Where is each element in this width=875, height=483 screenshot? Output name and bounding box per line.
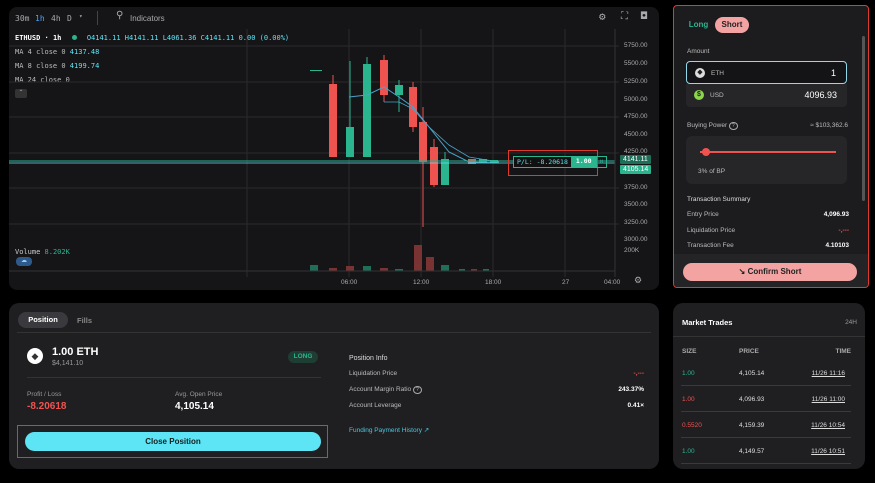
x-tick: 06:00 <box>341 279 358 286</box>
candle <box>395 85 403 95</box>
summary-title: Transaction Summary <box>687 196 751 203</box>
y-tick: 5750.00 <box>624 42 648 49</box>
eth-amount-field[interactable]: ◆ ETH 1 <box>686 61 847 84</box>
info-icon[interactable]: ? <box>412 386 422 394</box>
liq-row: Liquidation Price -,--- <box>349 370 644 377</box>
avg-price-label: Avg. Open Price <box>175 391 223 398</box>
scrollbar[interactable] <box>862 36 865 201</box>
col-time: TIME <box>835 348 851 355</box>
candle <box>430 147 438 185</box>
chart-settings-icon[interactable]: ⚙ <box>634 275 642 286</box>
y-tick: 4250.00 <box>624 148 648 155</box>
trade-time[interactable]: 11/26 11:00 <box>812 396 845 403</box>
trade-size: 0.5520 <box>682 422 702 429</box>
buying-power-label: Buying Power ? <box>687 122 738 130</box>
position-price-tag: 4105.14 <box>620 165 652 174</box>
candle <box>346 127 354 157</box>
volume-bars <box>310 245 489 271</box>
y-tick: 3000.00 <box>624 236 648 243</box>
y-tick: 4750.00 <box>624 113 648 120</box>
usd-icon: $ <box>694 90 704 100</box>
pl-tag[interactable]: P/L: -8.20618 1.00 ✕ <box>513 156 608 168</box>
usd-amount-field[interactable]: $ USD 4096.93 <box>686 84 847 107</box>
y-tick: 3750.00 <box>624 184 648 191</box>
candle <box>363 64 371 157</box>
trade-time[interactable]: 11/26 10:54 <box>811 422 845 429</box>
pl-value: -8.20618 <box>27 401 67 412</box>
entry-price-row: Entry Price 4,096.93 <box>687 211 849 218</box>
tab-short[interactable]: Short <box>715 17 749 33</box>
trade-size: 1.00 <box>682 370 695 377</box>
candles <box>310 55 498 227</box>
trade-price: 4,149.57 <box>739 448 765 455</box>
y-tick: 3250.00 <box>624 219 648 226</box>
trade-price: 4,096.93 <box>739 396 765 403</box>
eth-icon: ◆ <box>27 348 43 364</box>
margin-row: Account Margin Ratio ? 243.37% <box>349 386 644 394</box>
trade-price: 4,159.39 <box>739 422 765 429</box>
trade-row: 1.00 4,096.93 11/26 11:00 <box>681 387 851 412</box>
tab-long[interactable]: Long <box>683 17 714 33</box>
buying-power-value: ≈ $103,362.6 <box>810 122 848 129</box>
x-tick: 18:00 <box>485 279 502 286</box>
y-tick: 3500.00 <box>624 201 648 208</box>
transaction-fee-row: Transaction Fee 4.10103 <box>687 242 849 249</box>
trade-time[interactable]: 11/26 10:51 <box>811 448 845 455</box>
x-tick: 12:00 <box>413 279 430 286</box>
candle <box>329 84 337 157</box>
candle <box>380 60 388 95</box>
last-price-tag: 4141.11 <box>620 155 651 164</box>
trade-row: 0.5520 4,159.39 11/26 10:54 <box>681 413 851 438</box>
bp-slider-box: 3% of BP <box>686 136 847 184</box>
position-size: 1.00 ETH <box>52 346 99 358</box>
eth-icon: ◆ <box>695 68 705 78</box>
trade-size: 1.00 <box>682 396 695 403</box>
liquidation-price-row: Liquidation Price -,--- <box>687 227 849 234</box>
trade-row: 1.00 4,149.57 11/26 10:51 <box>681 439 851 464</box>
position-panel: Position Fills ◆ 1.00 ETH $4,141.10 LONG… <box>9 303 659 469</box>
bp-slider[interactable] <box>700 151 836 153</box>
position-usd: $4,141.10 <box>52 360 84 367</box>
confirm-short-button[interactable]: ↘ Confirm Short <box>683 263 857 281</box>
amount-label: Amount <box>687 48 710 55</box>
position-info-title: Position Info <box>349 355 388 362</box>
chart-panel[interactable]: 30m 1h 4h D ▾ ⚲ Indicators ⚙ ⛶ ◘ ETHUSD … <box>9 7 659 290</box>
candlestick-chart <box>9 29 619 277</box>
y-tick: 4500.00 <box>624 131 648 138</box>
close-position-button[interactable]: Close Position <box>25 432 321 451</box>
x-tick: 04:00 <box>604 279 621 286</box>
avg-price-value: 4,105.14 <box>175 401 214 412</box>
tab-fills[interactable]: Fills <box>77 316 92 325</box>
info-icon[interactable]: ? <box>728 122 738 130</box>
side-badge: LONG <box>288 351 318 363</box>
leverage-row: Account Leverage 0.41× <box>349 402 644 409</box>
volume-axis-label: 200K <box>624 247 640 254</box>
bp-slider-handle[interactable] <box>702 148 711 156</box>
arrow-down-right-icon: ↘ <box>738 267 746 276</box>
pl-label: Profit / Loss <box>27 391 62 398</box>
col-price: PRICE <box>739 348 759 355</box>
trade-row: 1.00 4,105.14 11/26 11:16 <box>681 361 851 386</box>
x-tick: 27 <box>562 279 570 286</box>
candle <box>310 70 322 71</box>
y-tick: 5500.00 <box>624 60 648 67</box>
trade-price: 4,105.14 <box>739 370 765 377</box>
close-icon[interactable]: ✕ <box>595 156 608 168</box>
trades-period[interactable]: 24H <box>845 319 857 326</box>
funding-history-link[interactable]: Funding Payment History ↗ <box>349 426 429 434</box>
y-tick: 5250.00 <box>624 78 648 85</box>
trades-title: Market Trades <box>682 318 733 327</box>
trade-size: 1.00 <box>682 448 695 455</box>
market-trades-panel: Market Trades 24H SIZE PRICE TIME 1.00 4,… <box>673 303 865 469</box>
tab-position[interactable]: Position <box>18 312 68 328</box>
logo-icon: ☁ <box>16 257 32 266</box>
volume-legend: Volume 8.202K <box>15 248 70 256</box>
col-size: SIZE <box>682 348 697 355</box>
order-panel: Long Short Amount ◆ ETH 1 $ USD 4096.93 … <box>673 5 869 288</box>
candle <box>419 122 427 162</box>
y-tick: 5000.00 <box>624 96 648 103</box>
trade-time[interactable]: 11/26 11:16 <box>812 370 845 377</box>
